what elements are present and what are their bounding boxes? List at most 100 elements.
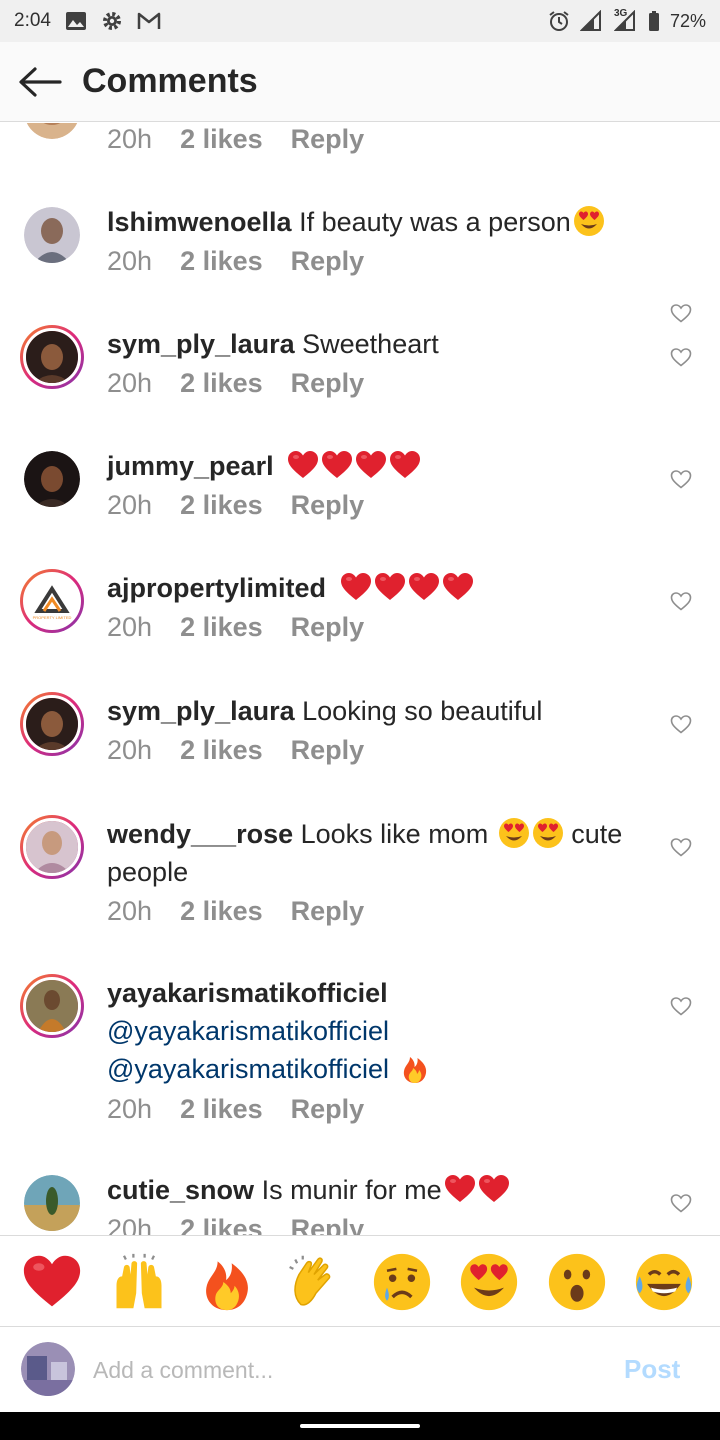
reply-button[interactable]: Reply xyxy=(291,368,365,399)
comment-meta: 20h 2 likes Reply xyxy=(107,896,364,927)
avatar-story-ring[interactable] xyxy=(20,325,84,389)
comment-username[interactable]: ajpropertylimited xyxy=(107,573,326,603)
comment-text: cutie_snow Is munir for me xyxy=(107,1171,647,1209)
status-time: 2:04 xyxy=(14,10,51,31)
comment-likes[interactable]: 2 likes xyxy=(180,612,263,643)
back-arrow-icon xyxy=(19,66,62,97)
heart-eyes-emoji-icon xyxy=(573,205,605,237)
comments-list[interactable]: 20h 2 likes Reply lshimwenoella If beaut… xyxy=(0,123,720,1235)
avatar-story-ring[interactable] xyxy=(20,974,84,1038)
mention-link[interactable]: @yayakarismatikofficiel xyxy=(107,1054,389,1084)
comment-likes[interactable]: 2 likes xyxy=(180,896,263,927)
reply-button[interactable]: Reply xyxy=(291,612,365,643)
comment-likes[interactable]: 2 likes xyxy=(180,490,263,521)
page-title: Comments xyxy=(82,62,258,100)
reply-button[interactable]: Reply xyxy=(291,124,365,155)
reply-button[interactable]: Reply xyxy=(291,246,365,277)
red-hearts-emoji xyxy=(285,451,421,481)
comment-likes[interactable]: 2 likes xyxy=(180,735,263,766)
mention-link[interactable]: @yayakarismatikofficiel xyxy=(107,1016,389,1046)
comment-meta: 20h 2 likes Reply xyxy=(107,246,364,277)
comment-meta: 20h 2 likes Reply xyxy=(107,612,364,643)
surprised-face-emoji-button[interactable] xyxy=(547,1252,607,1312)
heart-eyes-emoji-button[interactable] xyxy=(459,1252,519,1312)
comment-username[interactable]: sym_ply_laura xyxy=(107,329,295,359)
comment-meta: 20h 2 likes Reply xyxy=(107,124,364,155)
comment-username[interactable]: lshimwenoella xyxy=(107,207,292,237)
network-signal-icon: 3G xyxy=(613,8,638,32)
network-type: 3G xyxy=(613,8,628,19)
like-heart-icon[interactable] xyxy=(669,345,693,369)
post-button[interactable]: Post xyxy=(624,1354,680,1385)
comment-time: 20h xyxy=(107,246,153,276)
comment-text: sym_ply_laura Sweetheart xyxy=(107,325,647,363)
like-heart-icon[interactable] xyxy=(669,589,693,613)
comment-time: 20h xyxy=(107,612,153,642)
red-heart-emoji-button[interactable] xyxy=(22,1252,82,1312)
settings-gear-icon xyxy=(101,10,123,32)
avatar-story-ring[interactable]: PROPERTY LIMITED xyxy=(20,569,84,633)
battery-icon xyxy=(648,10,660,32)
fire-emoji-button[interactable] xyxy=(197,1252,257,1312)
quick-emoji-bar xyxy=(0,1235,720,1327)
back-button[interactable] xyxy=(0,42,80,122)
gmail-icon xyxy=(137,11,161,31)
clapping-hands-emoji-button[interactable] xyxy=(284,1252,344,1312)
alarm-icon xyxy=(548,10,570,32)
current-user-avatar[interactable] xyxy=(21,1342,75,1396)
comment-username[interactable]: sym_ply_laura xyxy=(107,696,295,726)
red-heart-icon xyxy=(389,449,421,481)
comment-content: Is munir for me xyxy=(261,1175,442,1205)
comment-text: jummy_pearl ❤️❤️❤️❤️ xyxy=(107,447,647,485)
status-bar: 2:04 3G 72% xyxy=(0,0,720,42)
avatar-story-ring[interactable] xyxy=(20,815,84,879)
red-hearts-emoji xyxy=(338,573,474,603)
comment-username[interactable]: yayakarismatikofficiel xyxy=(107,978,388,1008)
like-heart-icon[interactable] xyxy=(669,301,693,325)
comment-time: 20h xyxy=(107,1094,153,1124)
comment-likes[interactable]: 2 likes xyxy=(180,246,263,277)
avatar[interactable] xyxy=(24,451,80,507)
comment-content: If beauty was a person xyxy=(299,207,571,237)
red-heart-icon xyxy=(287,449,319,481)
comment-time: 20h xyxy=(107,124,153,154)
red-heart-icon xyxy=(321,449,353,481)
comment-meta: 20h 2 likes Reply xyxy=(107,490,364,521)
reply-button[interactable]: Reply xyxy=(291,735,365,766)
reply-button[interactable]: Reply xyxy=(291,1094,365,1125)
comment-username[interactable]: wendy___rose xyxy=(107,819,293,849)
tears-of-joy-emoji-button[interactable] xyxy=(634,1252,694,1312)
like-heart-icon[interactable] xyxy=(669,712,693,736)
avatar-story-ring[interactable] xyxy=(20,692,84,756)
avatar[interactable] xyxy=(24,207,80,263)
system-navigation-bar xyxy=(0,1412,720,1440)
like-heart-icon[interactable] xyxy=(669,467,693,491)
comment-composer: Post xyxy=(0,1328,720,1412)
avatar[interactable] xyxy=(24,1175,80,1231)
comment-likes[interactable]: 2 likes xyxy=(180,1214,263,1235)
like-heart-icon[interactable] xyxy=(669,1191,693,1215)
comment-username[interactable]: jummy_pearl xyxy=(107,451,274,481)
raising-hands-emoji-button[interactable] xyxy=(109,1252,169,1312)
home-gesture-handle[interactable] xyxy=(300,1424,420,1428)
reply-button[interactable]: Reply xyxy=(291,1214,365,1235)
comment-likes[interactable]: 2 likes xyxy=(180,1094,263,1125)
reply-button[interactable]: Reply xyxy=(291,490,365,521)
red-heart-icon xyxy=(442,571,474,603)
comment-username[interactable]: cutie_snow xyxy=(107,1175,254,1205)
comment-text: wendy___rose Looks like mom cute people xyxy=(107,815,647,891)
comment-likes[interactable]: 2 likes xyxy=(180,368,263,399)
comment-meta: 20h 2 likes Reply xyxy=(107,1214,364,1235)
like-heart-icon[interactable] xyxy=(669,835,693,859)
comment-meta: 20h 2 likes Reply xyxy=(107,368,364,399)
comment-input[interactable] xyxy=(93,1350,593,1390)
comment-likes[interactable]: 2 likes xyxy=(180,124,263,155)
comment-text: ajpropertylimited ❤️❤️❤️❤️ xyxy=(107,569,647,607)
gallery-icon xyxy=(65,11,87,31)
avatar[interactable] xyxy=(24,123,80,139)
reply-button[interactable]: Reply xyxy=(291,896,365,927)
comment-content: Looks like mom xyxy=(300,819,489,849)
sad-face-emoji-button[interactable] xyxy=(372,1252,432,1312)
like-heart-icon[interactable] xyxy=(669,994,693,1018)
comment-text: yayakarismatikofficiel @yayakarismatikof… xyxy=(107,974,647,1088)
